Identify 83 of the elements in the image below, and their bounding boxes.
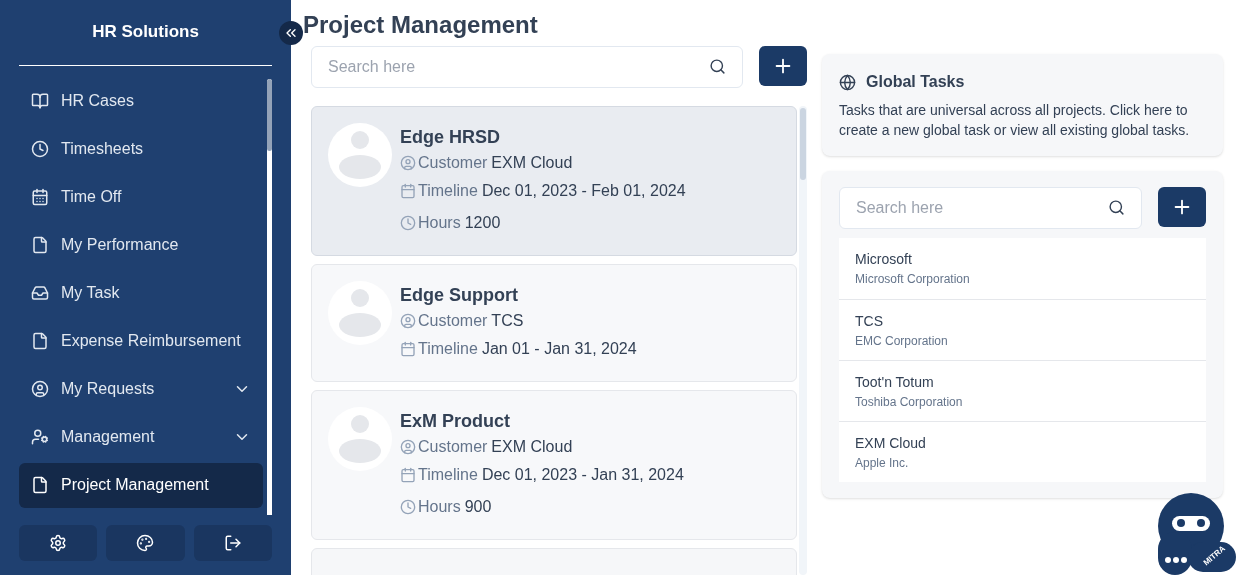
user-gear-icon [31, 428, 49, 446]
tray-icon [31, 284, 49, 302]
company-name: Microsoft Corporation [855, 271, 971, 288]
settings-icon [49, 534, 68, 552]
calendar-icon [400, 183, 416, 199]
clock-icon [400, 215, 416, 231]
page-title: Project Management [303, 10, 539, 40]
field-value: TCS [491, 311, 524, 331]
field-value: EXM Cloud [491, 437, 573, 457]
field-label: Timeline [418, 181, 478, 201]
calendar-icon [400, 467, 416, 483]
document-icon [31, 332, 49, 350]
nav-item[interactable]: My Performance [19, 222, 263, 268]
field-label: Timeline [418, 465, 478, 485]
company-name: Apple Inc. [855, 454, 910, 472]
search-field[interactable]: Search here [839, 187, 1142, 229]
field-value: 1200 [464, 213, 501, 233]
project-name: ExM Product [400, 410, 511, 433]
project-card[interactable]: Edge HRSD Customer EXM Cloud Timeline Dec 01, 2023 - Feb 01, 2024 Hours 1200 [311, 106, 797, 256]
field-value: Jan 01 - Jan 31, 2024 [481, 339, 637, 359]
user-icon [400, 155, 416, 171]
document-icon [31, 236, 49, 254]
search-icon [1108, 199, 1125, 216]
customer-item[interactable]: EXM Cloud Apple Inc. [839, 421, 1206, 482]
customer-item[interactable]: TCS EMC Corporation [839, 299, 1206, 360]
field-label: Customer [418, 437, 488, 457]
field-label: Hours [418, 497, 461, 517]
clock-icon [400, 499, 416, 515]
company-name: Toshiba Corporation [855, 393, 964, 411]
avatar-placeholder [328, 281, 392, 345]
search-field[interactable]: Search here [311, 46, 743, 88]
robot-mascot-drawing[interactable] [1158, 492, 1238, 575]
project-name: Edge Support [400, 284, 519, 307]
clock-icon [31, 140, 49, 158]
customer-item[interactable]: Toot'n Totum Toshiba Corporation [839, 360, 1206, 421]
field-label: Customer [418, 311, 488, 331]
nav-item[interactable]: Time Off [19, 174, 263, 220]
user-icon [400, 313, 416, 329]
brand-title: HR Solutions [19, 0, 272, 66]
field-label: Timeline [418, 339, 478, 359]
customer-name: Microsoft [855, 250, 913, 269]
logout-icon [223, 534, 242, 552]
palette-icon [136, 534, 155, 552]
card-description: Tasks that are universal across all projects. Click here to create a new global task or view all existing global tasks. [839, 101, 1191, 140]
search-icon [709, 58, 726, 75]
nav-item[interactable]: My Requests [19, 366, 263, 412]
field-value: Dec 01, 2023 - Feb 01, 2024 [481, 181, 686, 201]
nav-item[interactable]: Management [19, 414, 263, 460]
calendar-icon [31, 188, 49, 206]
add-button[interactable] [759, 46, 807, 86]
book-icon [31, 92, 49, 110]
global-tasks-card[interactable]: Global Tasks Tasks that are universal across all projects. Click here to create a new global task or view all existing global tasks. [822, 54, 1223, 156]
avatar-placeholder [328, 123, 392, 187]
field-label: Customer [418, 153, 488, 173]
field-value: Dec 01, 2023 - Jan 31, 2024 [481, 465, 684, 485]
project-name: Edge HRSD [400, 126, 501, 149]
nav-item[interactable]: My Task [19, 270, 263, 316]
nav-item[interactable]: Expense Reimbursement [19, 318, 263, 364]
settings-button[interactable] [19, 525, 98, 561]
project-card[interactable]: ExM Product Customer EXM Cloud Timeline Dec 01, 2023 - Jan 31, 2024 Hours 900 [311, 390, 797, 540]
document-icon [31, 476, 49, 494]
card-title: Global Tasks [866, 72, 965, 92]
user-icon [400, 439, 416, 455]
globe-icon [839, 73, 856, 91]
avatar-placeholder [328, 407, 392, 471]
customer-name: TCS [855, 311, 884, 331]
customer-name: Toot'n Totum [855, 372, 935, 392]
field-value: 900 [464, 497, 492, 517]
customer-item[interactable]: Microsoft Microsoft Corporation [839, 238, 1206, 299]
field-label: Hours [418, 213, 461, 233]
project-card[interactable]: Edge Support Customer TCS Timeline Jan 01 - Jan 31, 2024 [311, 264, 797, 382]
nav-item[interactable]: Timesheets [19, 126, 263, 172]
company-name: EMC Corporation [855, 332, 949, 350]
nav-item[interactable]: Project Management [19, 462, 263, 508]
field-value: EXM Cloud [491, 153, 573, 173]
add-button[interactable] [1158, 187, 1206, 227]
logout-button[interactable] [193, 525, 272, 561]
nav-item[interactable]: HR Cases [19, 78, 263, 124]
user-icon [31, 380, 49, 398]
collapse-button[interactable] [279, 21, 303, 45]
theme-button[interactable] [106, 525, 185, 561]
calendar-icon [400, 341, 416, 357]
customer-name: EXM Cloud [855, 433, 927, 453]
